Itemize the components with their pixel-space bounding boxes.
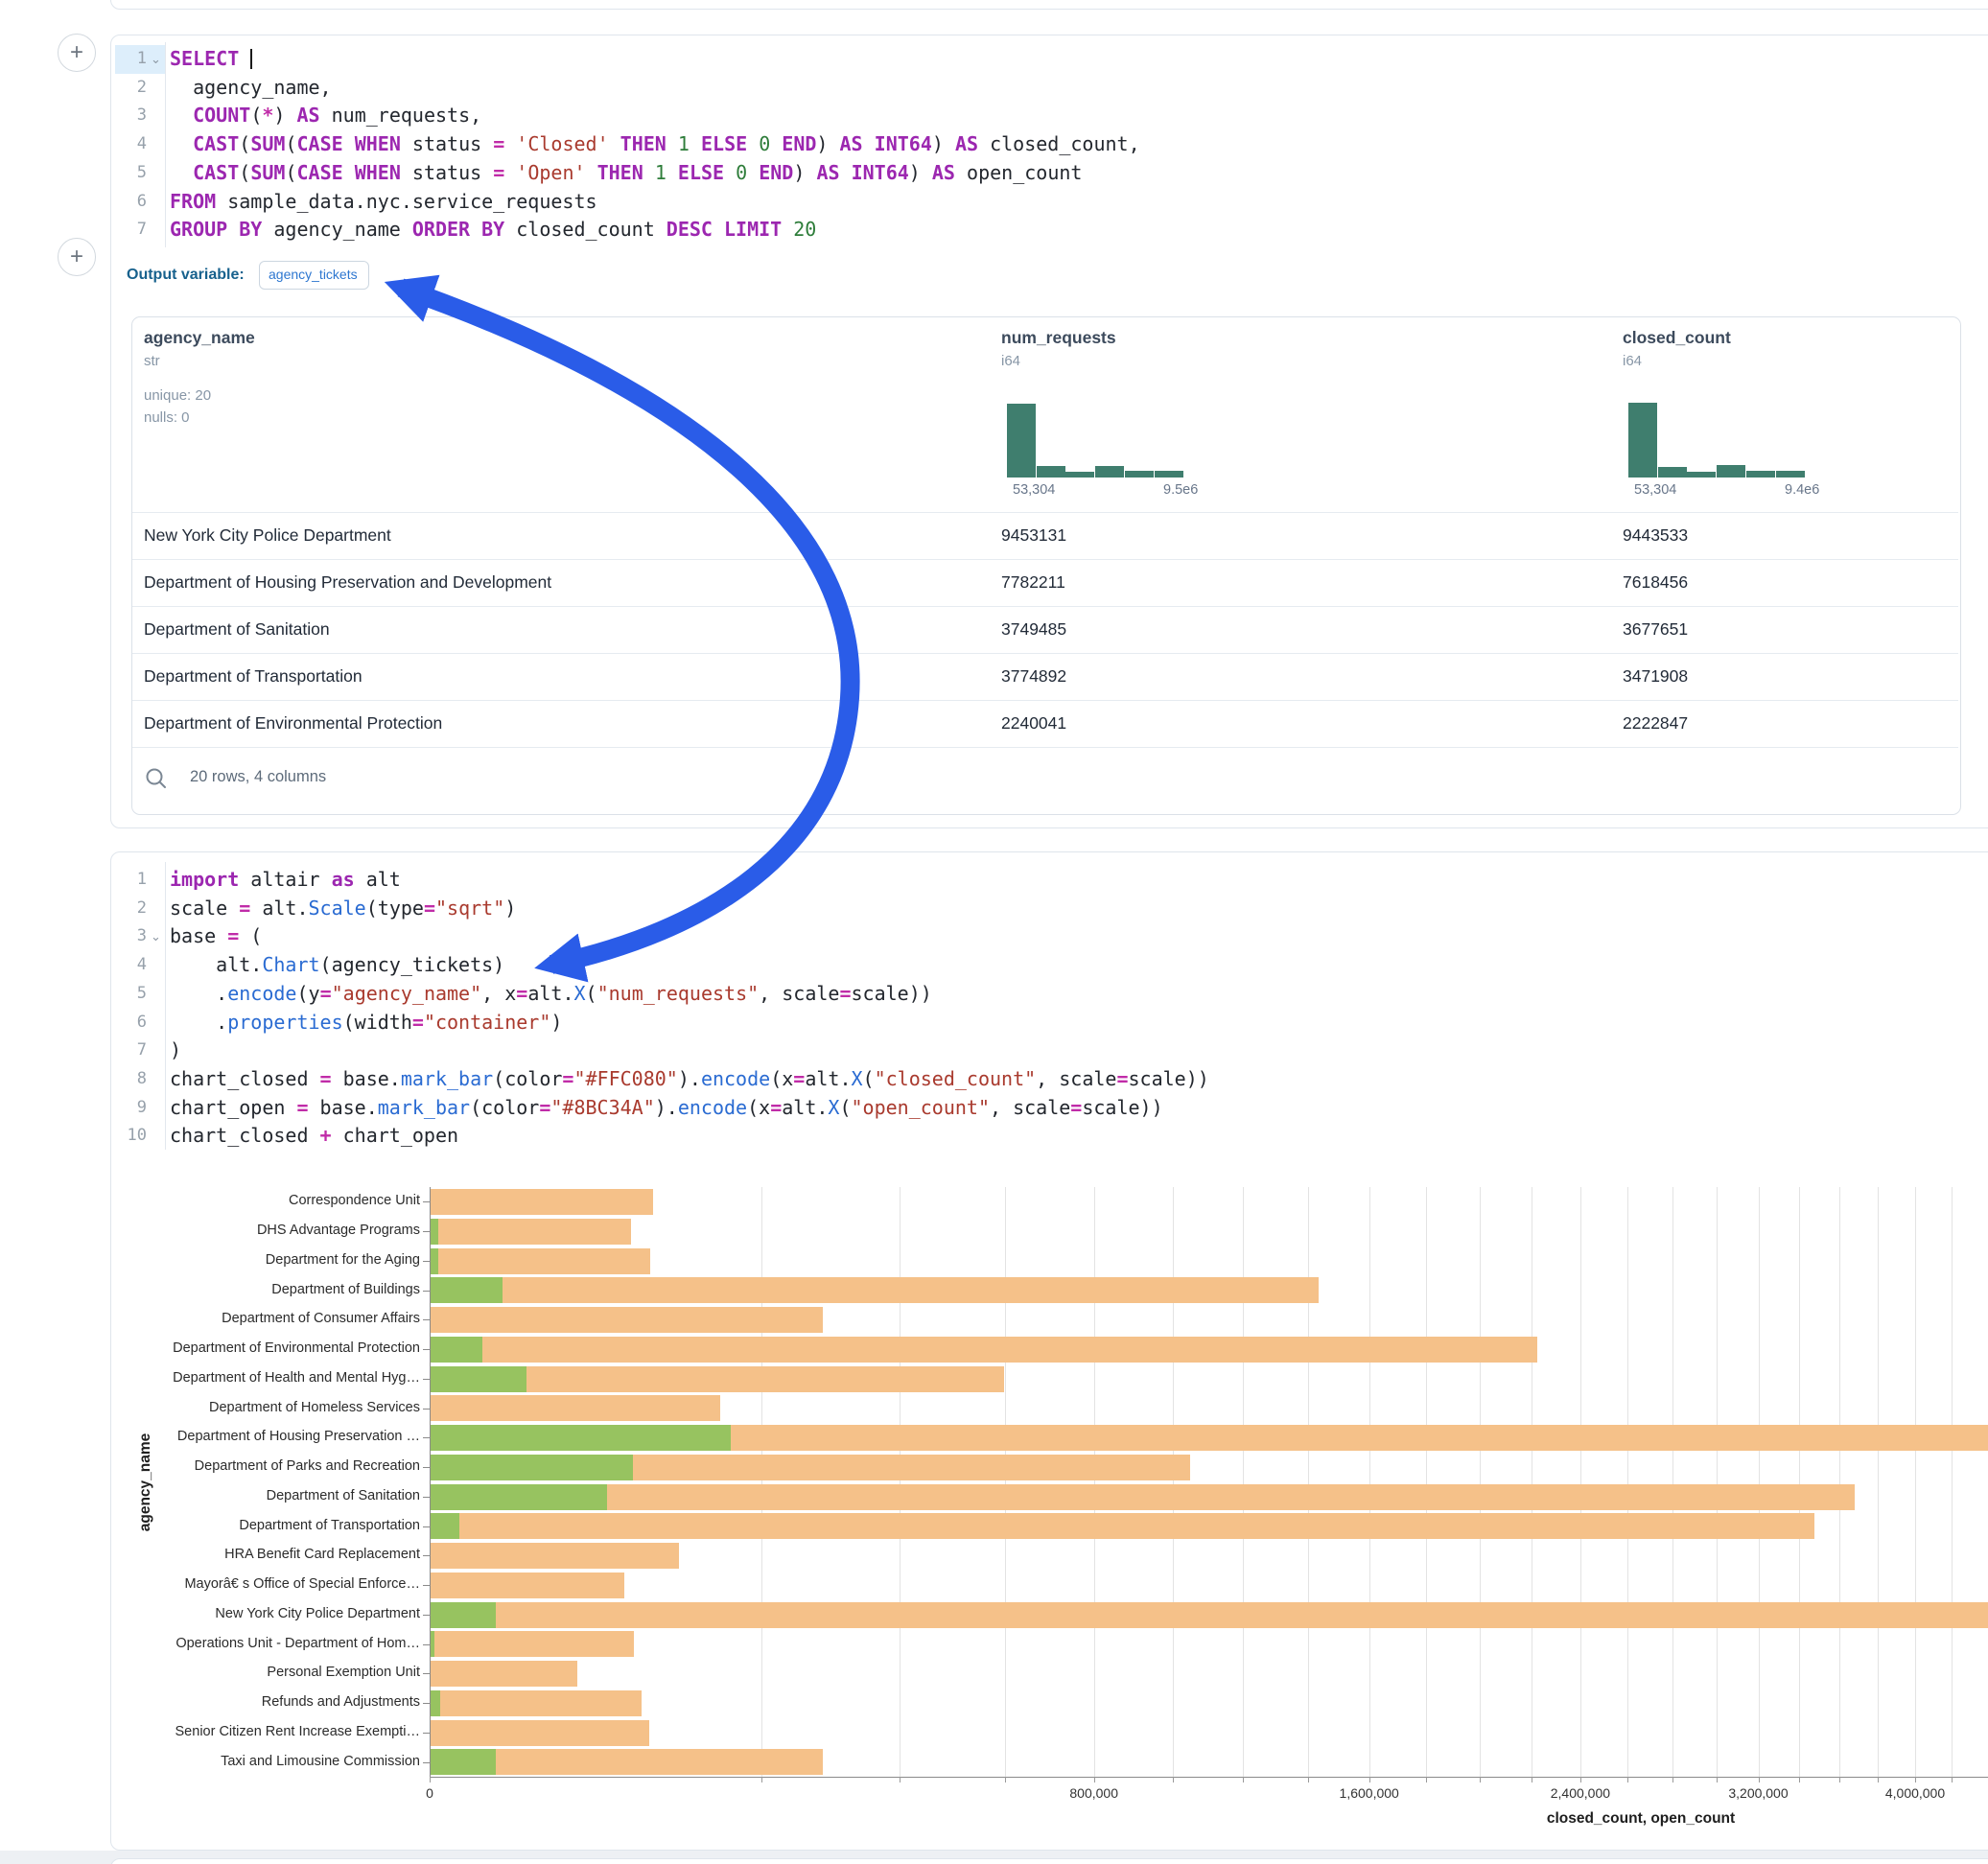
annotation-arrow bbox=[0, 0, 1988, 1864]
notebook-canvas: + + 1⌄SELECT 2 agency_name,3 COUNT(*) AS… bbox=[0, 0, 1988, 1864]
next-cell-edge bbox=[110, 1858, 1988, 1864]
